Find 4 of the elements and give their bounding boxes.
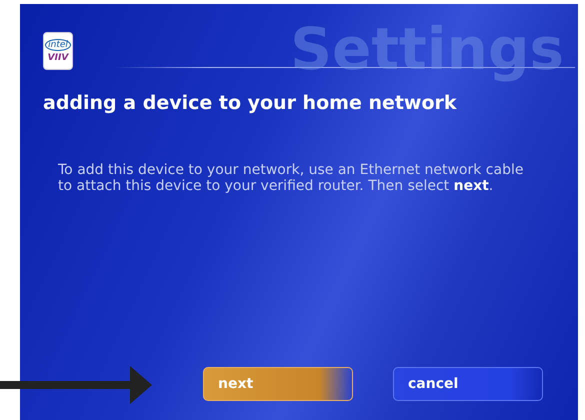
- brand-logo: intel VIIV: [43, 32, 73, 70]
- dialog-button[interactable]: cancel: [393, 367, 543, 401]
- instruction-text: To add this device to your network, use an Ethernet network cable to attach this device to your verified router. Then select next.: [58, 162, 524, 194]
- page-heading: adding a device to your home network: [43, 92, 458, 114]
